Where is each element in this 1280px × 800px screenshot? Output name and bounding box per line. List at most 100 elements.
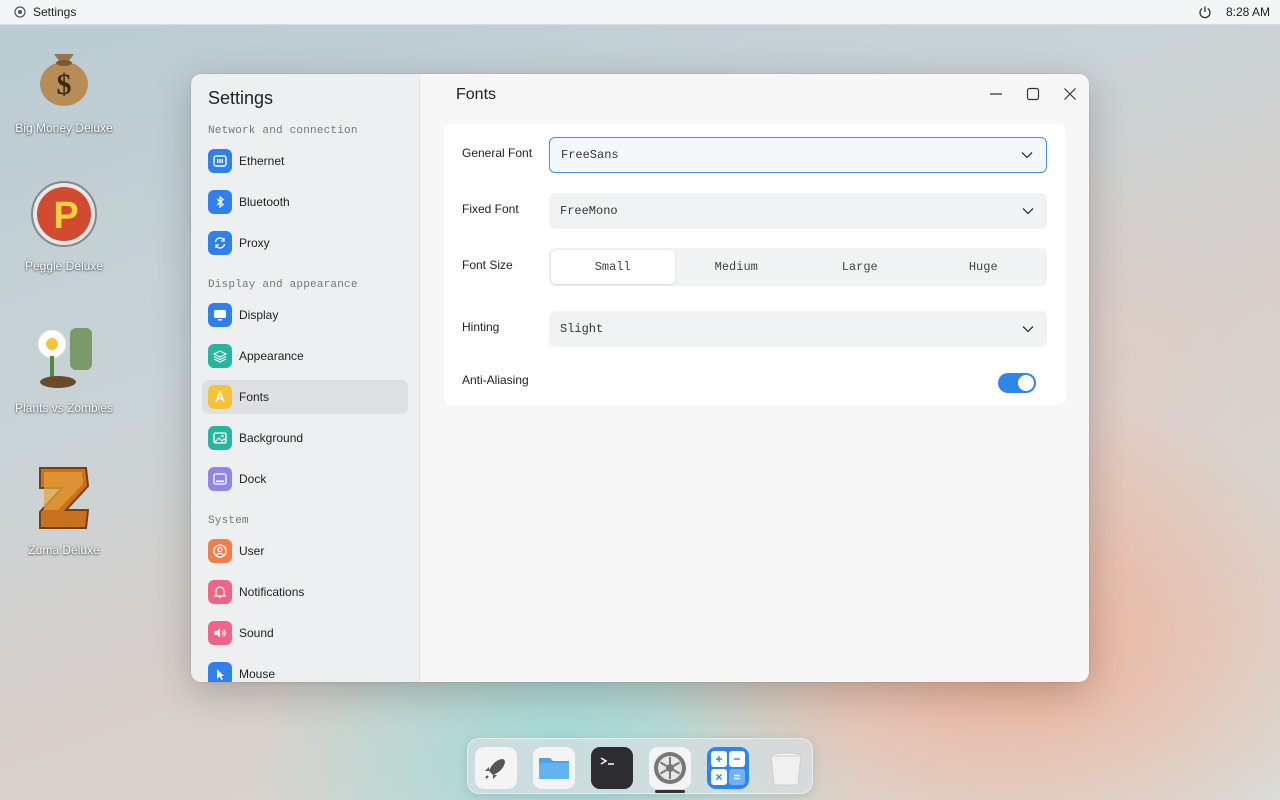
sidebar-title: Settings xyxy=(208,88,274,108)
svg-text:P: P xyxy=(53,195,78,237)
dock-item-calculator[interactable] xyxy=(707,747,749,789)
section-title-display: Display and appearance xyxy=(208,279,358,291)
svg-text:$: $ xyxy=(57,68,72,101)
desktop-icon-zuma[interactable]: Zuma Deluxe xyxy=(0,462,128,557)
appearance-icon xyxy=(208,344,232,368)
sidebar-item-dock[interactable]: Dock xyxy=(202,462,408,496)
sidebar-item-label: Appearance xyxy=(239,349,304,363)
desktop-icon-label: Peggle Deluxe xyxy=(24,259,104,273)
desktop-icon-label: Big Money Deluxe xyxy=(15,121,113,135)
toggle-knob xyxy=(1018,375,1034,391)
anti-aliasing-toggle[interactable] xyxy=(998,373,1036,393)
desktop-icon-label: Plants vs Zombies xyxy=(14,401,114,415)
anti-aliasing-label: Anti-Aliasing xyxy=(462,373,529,387)
hinting-select[interactable]: Slight xyxy=(549,311,1047,347)
sidebar-item-label: Ethernet xyxy=(239,154,285,168)
dock-item-terminal[interactable] xyxy=(591,747,633,789)
desktop-icon-label: Zuma Deluxe xyxy=(28,543,100,557)
sidebar-item-user[interactable]: User xyxy=(202,534,408,568)
folder-icon xyxy=(539,758,569,779)
dock xyxy=(467,738,813,794)
font-size-option-large[interactable]: Large xyxy=(798,250,922,284)
fixed-font-value: FreeMono xyxy=(560,204,618,218)
font-size-option-medium[interactable]: Medium xyxy=(675,250,799,284)
mouse-icon xyxy=(208,662,232,682)
sidebar-item-display[interactable]: Display xyxy=(202,298,408,332)
sound-icon xyxy=(208,621,232,645)
dock-item-launcher[interactable] xyxy=(475,747,517,789)
maximize-icon[interactable] xyxy=(1024,85,1042,103)
notifications-icon xyxy=(208,580,232,604)
hinting-label: Hinting xyxy=(462,320,500,334)
trash-icon xyxy=(770,752,802,786)
chevron-down-icon xyxy=(1021,152,1033,159)
general-font-select[interactable]: FreeSans xyxy=(549,137,1047,173)
chevron-down-icon xyxy=(1022,326,1034,333)
desktop-icon-peggle[interactable]: P Peggle Deluxe xyxy=(0,178,128,273)
page-title: Fonts xyxy=(456,86,497,103)
font-size-option-huge[interactable]: Huge xyxy=(922,250,1046,284)
fonts-icon xyxy=(208,385,232,409)
peggle-icon: P xyxy=(31,181,97,247)
chevron-down-icon xyxy=(1022,208,1034,215)
sidebar-item-label: Sound xyxy=(239,626,274,640)
zuma-icon xyxy=(39,467,90,529)
fonts-settings-card: General Font FreeSans Fixed Font FreeMon… xyxy=(444,124,1066,405)
font-size-option-small[interactable]: Small xyxy=(551,250,675,284)
sidebar-item-notifications[interactable]: Notifications xyxy=(202,575,408,609)
proxy-icon xyxy=(208,231,232,255)
calculator-icon xyxy=(711,751,745,785)
sidebar-item-label: User xyxy=(239,544,265,558)
top-bar: Settings 8:28 AM xyxy=(0,0,1280,25)
ethernet-icon xyxy=(208,149,232,173)
display-icon xyxy=(208,303,232,327)
sidebar-item-label: Proxy xyxy=(239,236,270,250)
sidebar-item-label: Bluetooth xyxy=(239,195,290,209)
settings-window: Settings Network and connection Ethernet… xyxy=(191,74,1089,682)
terminal-icon xyxy=(600,757,614,765)
desktop-icon-plants-vs-zombies[interactable]: Plants vs Zombies xyxy=(0,320,128,415)
content-pane: Fonts General Font FreeSans Fixed Font F… xyxy=(420,74,1089,682)
sidebar-item-label: Mouse xyxy=(239,667,276,681)
hinting-value: Slight xyxy=(560,322,604,336)
sidebar-item-label: Background xyxy=(239,431,304,445)
section-title-system: System xyxy=(208,515,249,527)
active-app-title: Settings xyxy=(33,5,77,19)
clock[interactable]: 8:28 AM xyxy=(1226,5,1270,19)
sidebar: Settings Network and connection Ethernet… xyxy=(191,74,420,682)
sidebar-item-label: Fonts xyxy=(239,390,270,404)
fixed-font-label: Fixed Font xyxy=(462,202,519,216)
general-font-label: General Font xyxy=(462,146,533,160)
sidebar-item-proxy[interactable]: Proxy xyxy=(202,226,408,260)
dock-icon xyxy=(208,467,232,491)
money-bag-icon: $ xyxy=(40,54,88,106)
close-icon[interactable] xyxy=(1061,85,1079,103)
sidebar-item-background[interactable]: Background xyxy=(202,421,408,455)
settings-icon xyxy=(654,752,686,784)
settings-icon[interactable] xyxy=(14,6,26,18)
dock-item-files[interactable] xyxy=(533,747,575,789)
desktop-icon-big-money[interactable]: $ Big Money Deluxe xyxy=(0,40,128,135)
background-icon xyxy=(208,426,232,450)
plants-vs-zombies-icon xyxy=(37,328,92,388)
user-icon xyxy=(208,539,232,563)
running-indicator xyxy=(655,790,685,793)
sidebar-item-sound[interactable]: Sound xyxy=(202,616,408,650)
sidebar-item-fonts[interactable]: Fonts xyxy=(202,380,408,414)
font-size-label: Font Size xyxy=(462,258,513,272)
power-icon[interactable] xyxy=(1198,5,1212,19)
sidebar-item-bluetooth[interactable]: Bluetooth xyxy=(202,185,408,219)
dock-item-trash[interactable] xyxy=(765,747,807,789)
bluetooth-icon xyxy=(208,190,232,214)
sidebar-item-label: Notifications xyxy=(239,585,305,599)
sidebar-item-label: Display xyxy=(239,308,279,322)
sidebar-item-ethernet[interactable]: Ethernet xyxy=(202,144,408,178)
fixed-font-select[interactable]: FreeMono xyxy=(549,193,1047,229)
general-font-value: FreeSans xyxy=(561,148,619,162)
sidebar-item-mouse[interactable]: Mouse xyxy=(202,657,408,682)
sidebar-item-label: Dock xyxy=(239,472,267,486)
minimize-icon[interactable] xyxy=(987,85,1005,103)
dock-item-settings[interactable] xyxy=(649,747,691,789)
sidebar-item-appearance[interactable]: Appearance xyxy=(202,339,408,373)
section-title-network: Network and connection xyxy=(208,125,358,137)
